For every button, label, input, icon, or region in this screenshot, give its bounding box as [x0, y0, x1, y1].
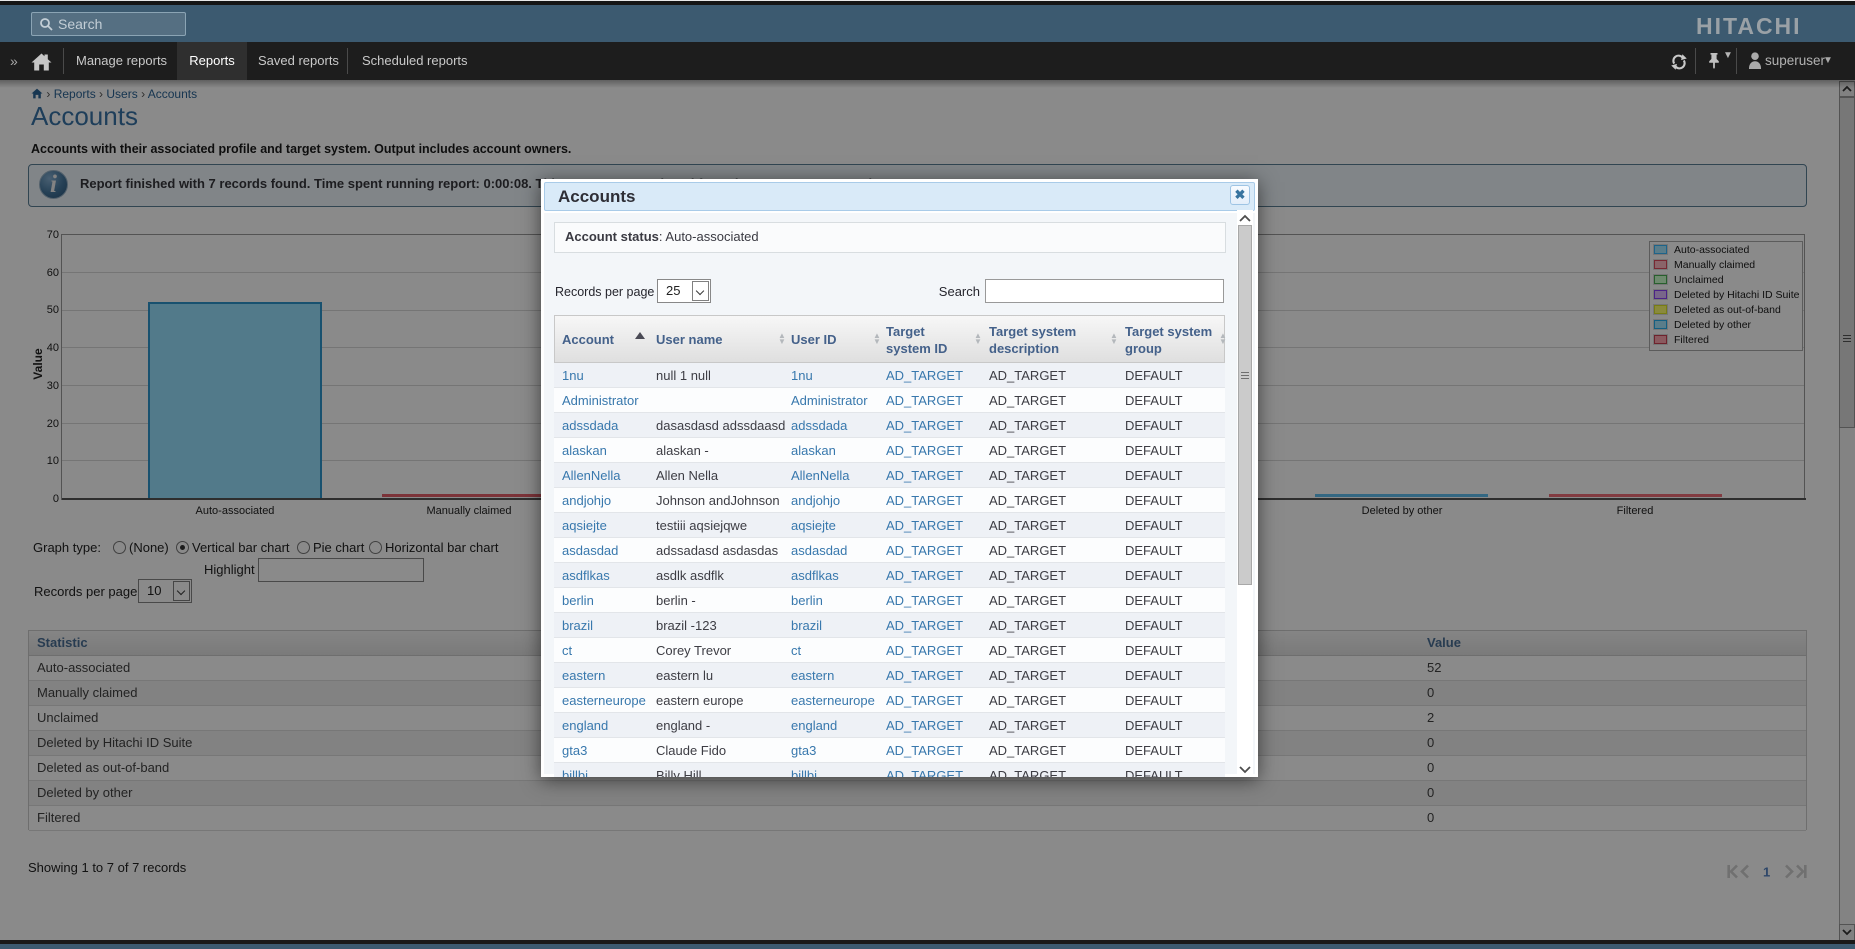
svg-text:1: 1 [1763, 865, 1770, 880]
